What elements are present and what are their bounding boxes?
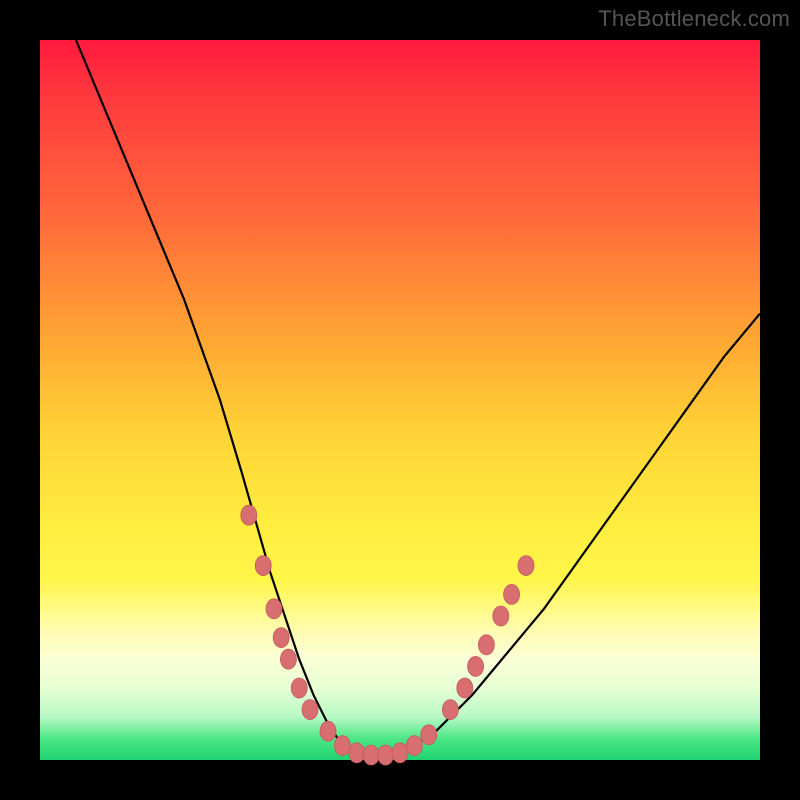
watermark-text: TheBottleneck.com	[598, 6, 790, 32]
curve-marker	[334, 736, 350, 756]
curve-marker	[421, 725, 437, 745]
curve-marker	[363, 745, 379, 765]
curve-marker	[280, 649, 296, 669]
curve-marker	[241, 505, 257, 525]
curve-marker	[406, 736, 422, 756]
curve-marker	[320, 721, 336, 741]
chart-frame: TheBottleneck.com	[0, 0, 800, 800]
curve-marker	[504, 584, 520, 604]
curve-marker	[266, 599, 282, 619]
curve-marker	[518, 556, 534, 576]
curve-marker	[378, 745, 394, 765]
curve-marker	[478, 635, 494, 655]
curve-marker	[273, 628, 289, 648]
curve-marker	[255, 556, 271, 576]
curve-marker	[392, 743, 408, 763]
bottleneck-curve	[76, 40, 760, 756]
curve-marker	[493, 606, 509, 626]
overlay-svg	[40, 40, 760, 760]
curve-marker	[291, 678, 307, 698]
curve-markers	[241, 505, 534, 765]
curve-marker	[442, 700, 458, 720]
plot-area	[40, 40, 760, 760]
curve-marker	[457, 678, 473, 698]
curve-marker	[349, 743, 365, 763]
curve-marker	[302, 700, 318, 720]
curve-marker	[468, 656, 484, 676]
